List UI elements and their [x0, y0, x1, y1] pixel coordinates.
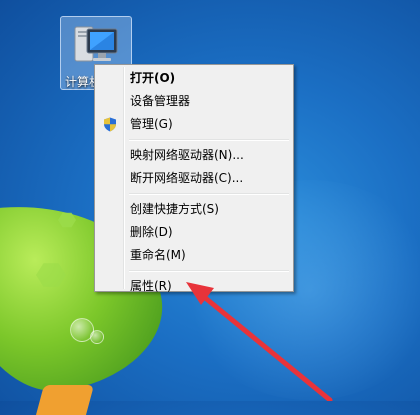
- annotation-arrow: [186, 282, 333, 401]
